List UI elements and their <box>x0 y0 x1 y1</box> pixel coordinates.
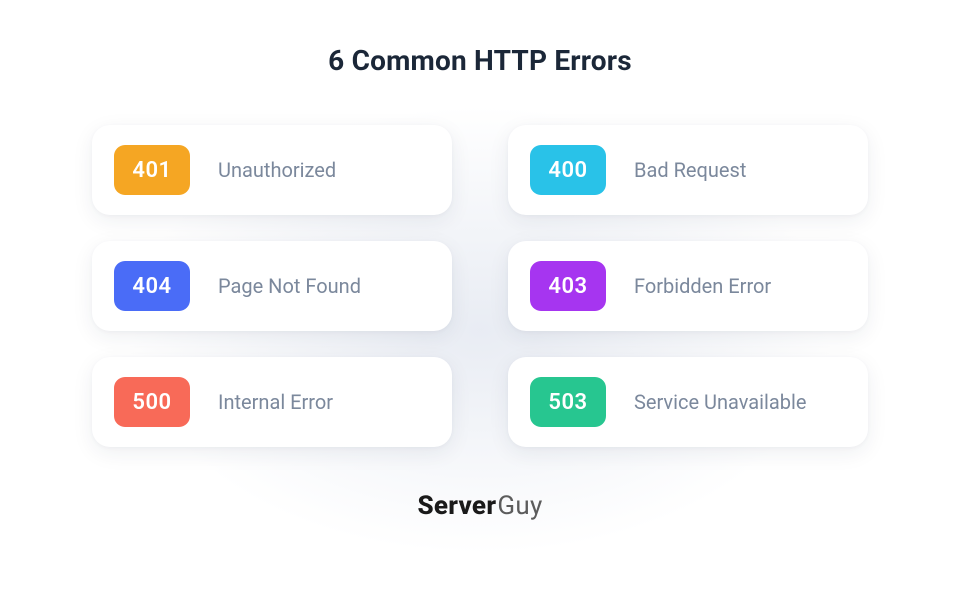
error-code-badge: 500 <box>114 377 190 427</box>
error-name-label: Unauthorized <box>218 158 336 182</box>
error-grid: 401 Unauthorized 400 Bad Request 404 Pag… <box>92 125 868 447</box>
error-code-badge: 401 <box>114 145 190 195</box>
error-code-badge: 404 <box>114 261 190 311</box>
error-name-label: Forbidden Error <box>634 274 771 298</box>
error-name-label: Page Not Found <box>218 274 361 298</box>
error-name-label: Service Unavailable <box>634 390 807 414</box>
error-card-500: 500 Internal Error <box>92 357 452 447</box>
brand-light-text: Guy <box>497 491 542 521</box>
error-card-400: 400 Bad Request <box>508 125 868 215</box>
brand-logo: ServerGuy <box>417 491 542 521</box>
error-code-badge: 503 <box>530 377 606 427</box>
error-card-401: 401 Unauthorized <box>92 125 452 215</box>
page-title: 6 Common HTTP Errors <box>328 44 632 77</box>
page: 6 Common HTTP Errors 401 Unauthorized 40… <box>0 0 960 600</box>
error-name-label: Internal Error <box>218 390 333 414</box>
brand-strong-text: Server <box>417 491 496 521</box>
error-code-badge: 400 <box>530 145 606 195</box>
error-code-badge: 403 <box>530 261 606 311</box>
error-card-404: 404 Page Not Found <box>92 241 452 331</box>
error-card-403: 403 Forbidden Error <box>508 241 868 331</box>
error-card-503: 503 Service Unavailable <box>508 357 868 447</box>
error-name-label: Bad Request <box>634 158 746 182</box>
